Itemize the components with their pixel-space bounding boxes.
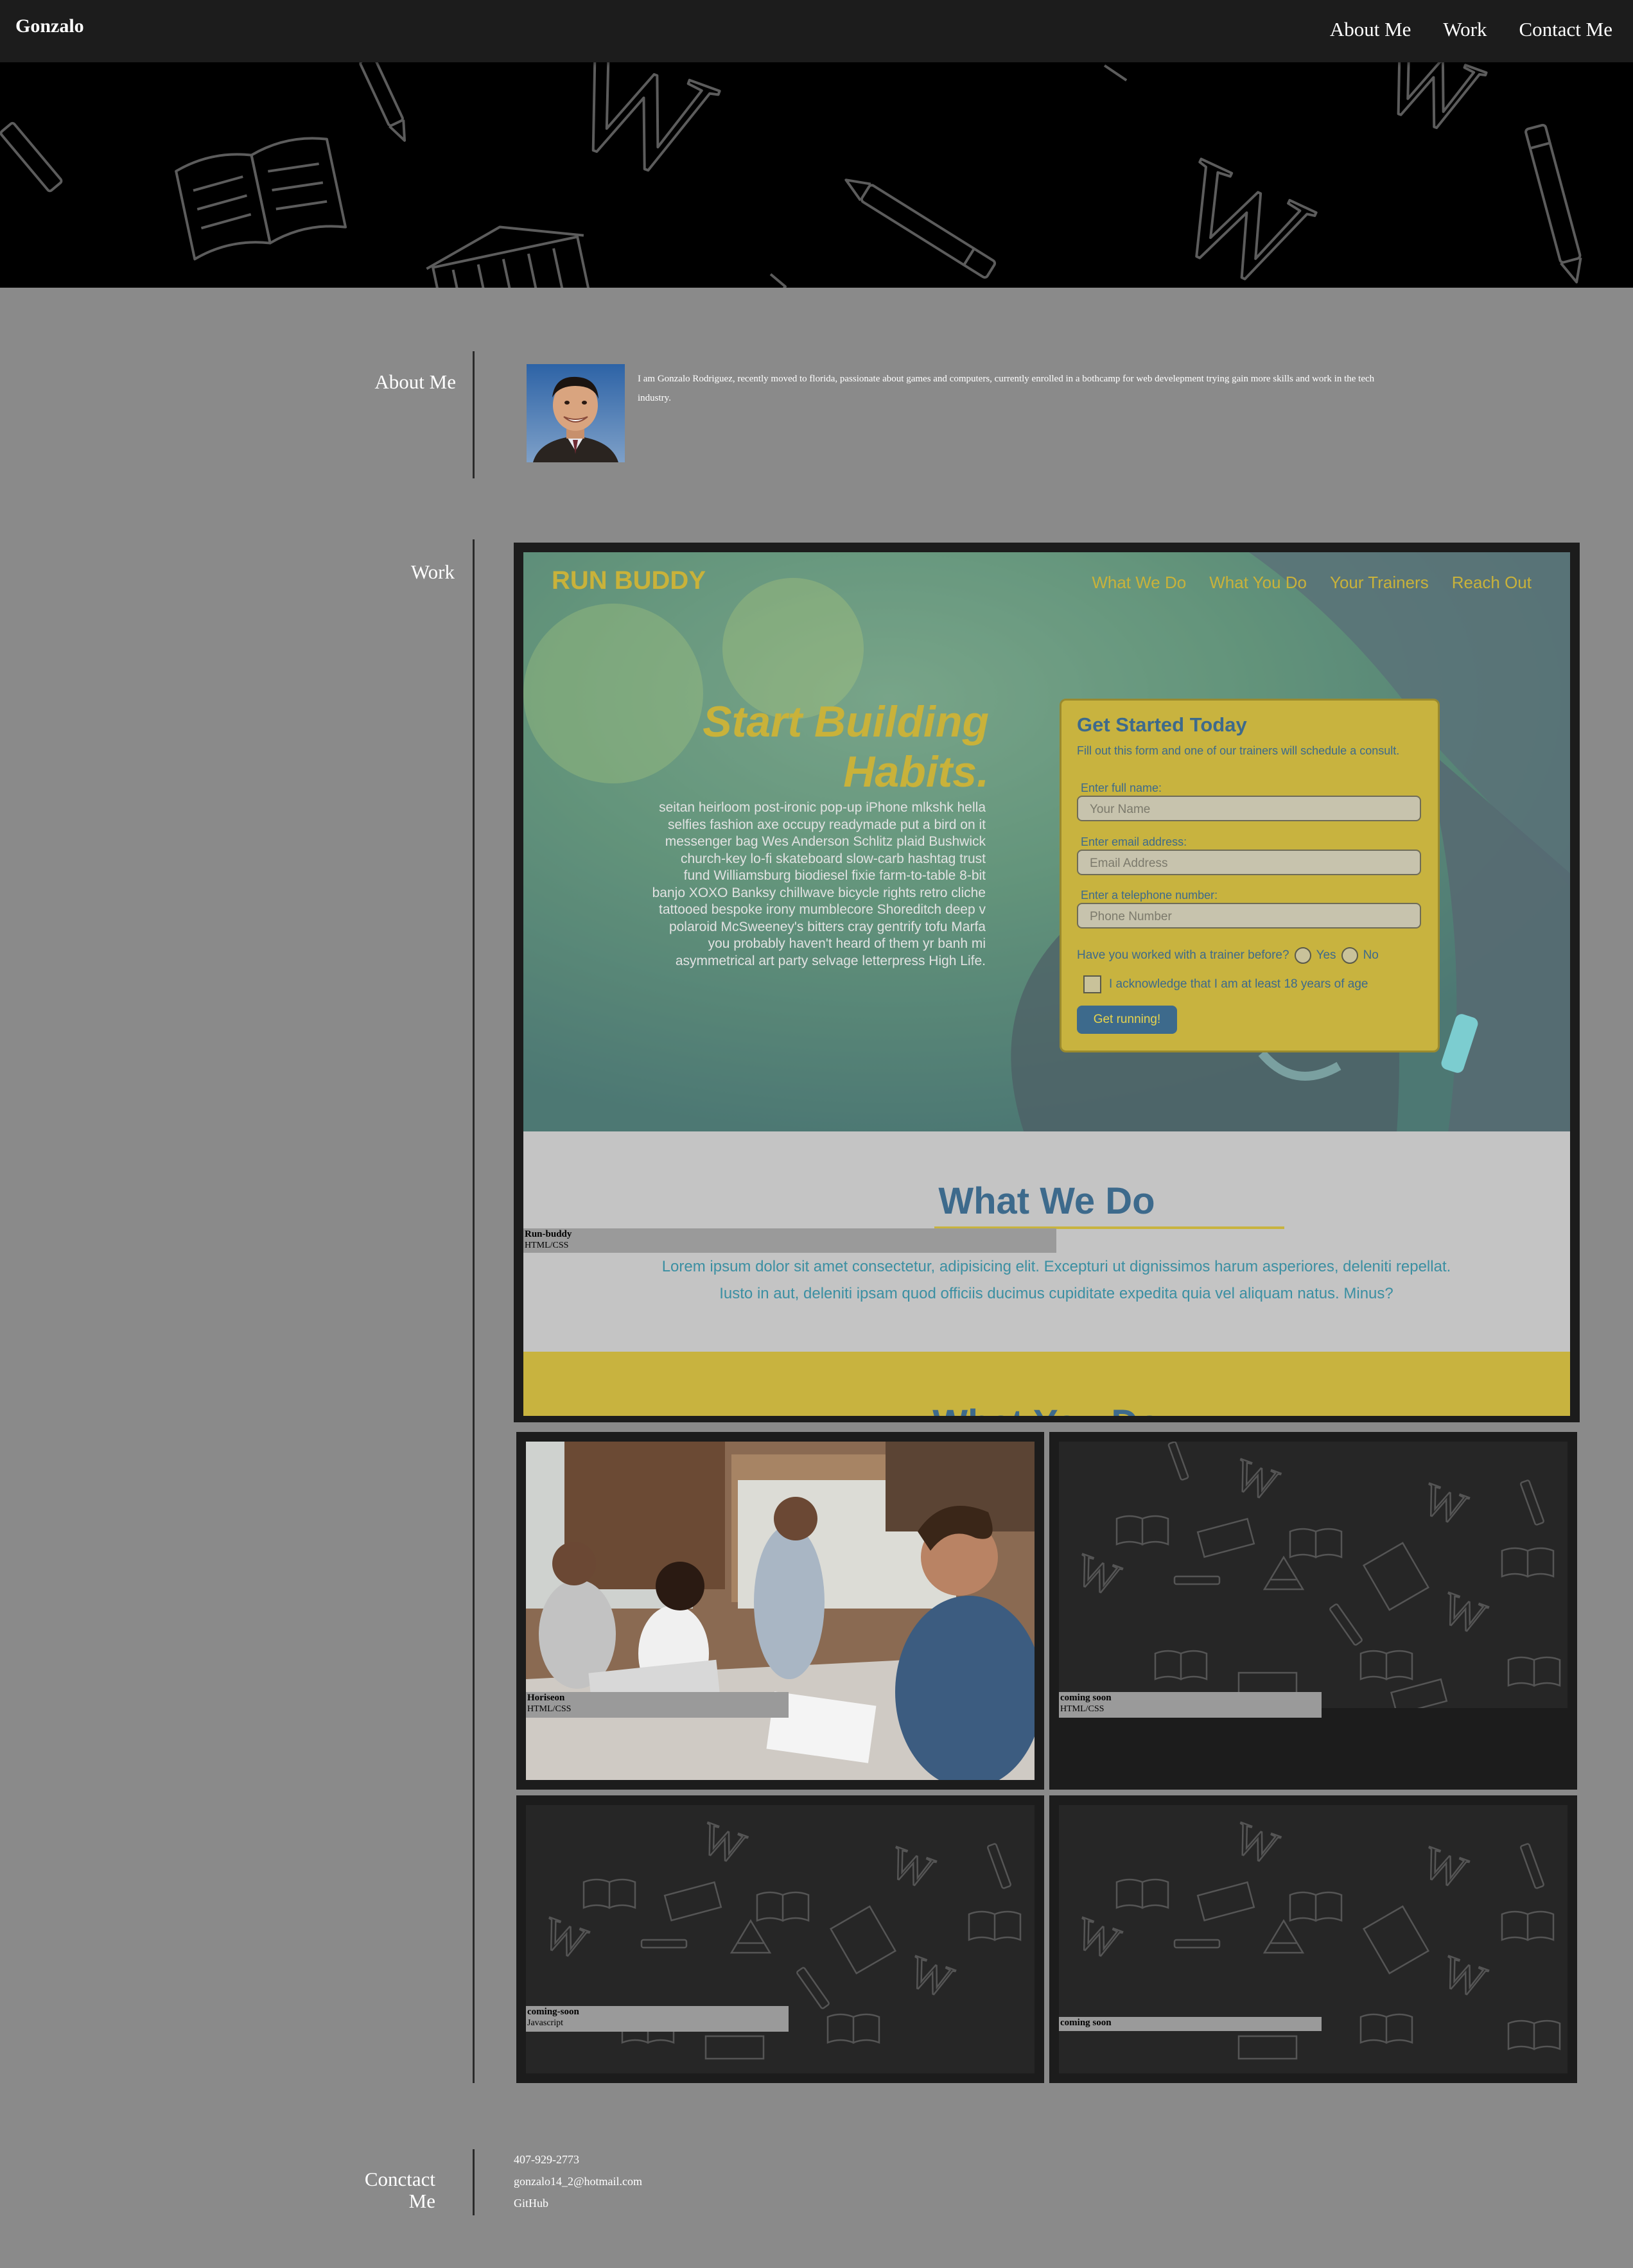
trainer-question-text: Have you worked with a trainer before?	[1077, 948, 1289, 962]
contact-email[interactable]: gonzalo14_2@hotmail.com	[514, 2175, 642, 2188]
svg-text:W: W	[1416, 1474, 1472, 1535]
project-caption: coming-soon Javascript	[526, 2006, 789, 2032]
project-card-run-buddy[interactable]: RUN BUDDY What We Do What You Do Your Tr…	[514, 543, 1580, 1422]
trainer-question: Have you worked with a trainer before? Y…	[1077, 947, 1379, 964]
project-card-coming-soon-2[interactable]: W W W W coming-soon Javascript	[516, 1795, 1044, 2083]
project-caption: coming soon	[1059, 2017, 1322, 2031]
radio-no-icon	[1341, 947, 1358, 964]
phone-label: Enter a telephone number:	[1081, 889, 1218, 902]
project-title[interactable]: coming soon	[1060, 2017, 1320, 2028]
email-label: Enter email address:	[1081, 835, 1187, 848]
rb-nav-what-we-do: What We Do	[1092, 573, 1187, 592]
radio-yes-label: Yes	[1316, 948, 1336, 962]
contact-divider	[473, 2149, 475, 2215]
contact-heading: Conctact Me	[364, 2168, 435, 2212]
svg-text:W: W	[1435, 1583, 1492, 1644]
form-subtitle: Fill out this form and one of our traine…	[1077, 744, 1400, 757]
age-acknowledgement: I acknowledge that I am at least 18 year…	[1083, 975, 1368, 993]
radio-no-label: No	[1363, 948, 1379, 962]
svg-text:W: W	[1151, 131, 1330, 288]
profile-photo	[527, 364, 625, 462]
doodle-pattern-icon: W W W W	[1069, 1442, 1561, 1708]
svg-text:W: W	[1227, 1813, 1284, 1874]
coming-soon-preview: W W W W coming-soon Javascript	[526, 1805, 1035, 2073]
svg-text:W: W	[1416, 1838, 1472, 1899]
about-divider	[473, 351, 475, 478]
team-meeting-photo	[526, 1442, 1035, 1780]
work-divider	[473, 539, 475, 2083]
project-title[interactable]: Run-buddy	[525, 1228, 1055, 1240]
doodle-pattern-icon: W W W W	[1069, 1812, 1561, 2060]
run-buddy-headline: Start Building Habits.	[703, 697, 989, 796]
project-caption: coming soon HTML/CSS	[1059, 1692, 1322, 1718]
svg-text:W: W	[1365, 62, 1495, 157]
rb-nav-what-you-do: What You Do	[1209, 573, 1307, 592]
hero-banner: W W W	[0, 62, 1633, 288]
project-tech: HTML/CSS	[525, 1241, 569, 1250]
nav-work[interactable]: Work	[1443, 18, 1487, 41]
project-tech: HTML/CSS	[1060, 1704, 1105, 1714]
run-buddy-hero-copy: seitan heirloom post-ironic pop-up iPhon…	[652, 800, 986, 968]
get-running-button: Get running!	[1077, 1006, 1177, 1034]
name-field: Your Name	[1077, 796, 1421, 821]
run-buddy-preview: RUN BUDDY What We Do What You Do Your Tr…	[523, 552, 1570, 1416]
coming-soon-preview: W W W W coming soon	[1059, 1805, 1568, 2073]
checkbox-icon	[1083, 975, 1101, 993]
github-link[interactable]: GitHub	[514, 2197, 548, 2210]
what-we-do-text: Lorem ipsum dolor sit amet consectetur, …	[661, 1258, 1451, 1302]
run-buddy-logo: RUN BUDDY	[552, 566, 706, 595]
project-caption: Run-buddy HTML/CSS	[523, 1228, 1056, 1253]
svg-text:W: W	[883, 1838, 939, 1899]
svg-text:W: W	[694, 1813, 751, 1874]
project-title[interactable]: coming-soon	[527, 2006, 787, 2018]
project-tech: Javascript	[527, 2018, 563, 2028]
nav-contact-me[interactable]: Contact Me	[1519, 18, 1613, 41]
phone-field: Phone Number	[1077, 903, 1421, 929]
project-caption: Horiseon HTML/CSS	[526, 1692, 789, 1718]
run-buddy-nav: What We Do What You Do Your Trainers Rea…	[1092, 573, 1532, 593]
coming-soon-preview: W W W W	[1059, 1442, 1568, 1708]
work-heading: Work	[410, 561, 455, 583]
what-we-do-heading: What We Do	[938, 1180, 1155, 1222]
about-me-heading: About Me	[374, 371, 456, 393]
nav-about-me[interactable]: About Me	[1330, 18, 1411, 41]
contact-phone[interactable]: 407-929-2773	[514, 2153, 579, 2167]
svg-text:W: W	[1069, 1545, 1126, 1606]
svg-text:W: W	[1435, 1947, 1492, 2008]
svg-text:W: W	[1227, 1450, 1284, 1511]
svg-text:W: W	[1069, 1908, 1126, 1969]
ack-text: I acknowledge that I am at least 18 year…	[1109, 977, 1368, 991]
project-card-coming-soon-1[interactable]: W W W W coming soon HTML/CSS	[1049, 1432, 1577, 1790]
svg-text:W: W	[902, 1947, 959, 2008]
what-you-do-section: What You Do	[523, 1352, 1570, 1416]
svg-text:W: W	[545, 62, 731, 212]
svg-text:W: W	[536, 1908, 593, 1969]
about-bio: I am Gonzalo Rodriguez, recently moved t…	[638, 374, 1375, 403]
project-tech: HTML/CSS	[527, 1704, 572, 1714]
main-nav: About Me Work Contact Me	[1330, 18, 1612, 41]
project-card-horiseon[interactable]: Horiseon HTML/CSS	[516, 1432, 1044, 1790]
project-title[interactable]: Horiseon	[527, 1692, 787, 1704]
horiseon-preview: Horiseon HTML/CSS	[526, 1442, 1035, 1780]
email-field: Email Address	[1077, 850, 1421, 875]
what-you-do-heading: What You Do	[523, 1402, 1570, 1416]
top-navbar: Gonzalo About Me Work Contact Me	[0, 0, 1633, 62]
form-title: Get Started Today	[1077, 713, 1247, 736]
doodle-pattern-icon: W W W	[0, 62, 1582, 288]
name-label: Enter full name:	[1081, 781, 1162, 794]
rb-nav-reach-out: Reach Out	[1451, 573, 1532, 592]
doodle-pattern-icon: W W W W	[536, 1812, 1022, 2060]
rb-nav-your-trainers: Your Trainers	[1330, 573, 1429, 592]
run-buddy-signup-form: Get Started Today Fill out this form and…	[1060, 699, 1440, 1052]
radio-yes-icon	[1294, 947, 1311, 964]
project-card-coming-soon-3[interactable]: W W W W coming soon	[1049, 1795, 1577, 2083]
brand-name[interactable]: Gonzalo	[15, 15, 84, 37]
project-title[interactable]: coming soon	[1060, 1692, 1320, 1704]
